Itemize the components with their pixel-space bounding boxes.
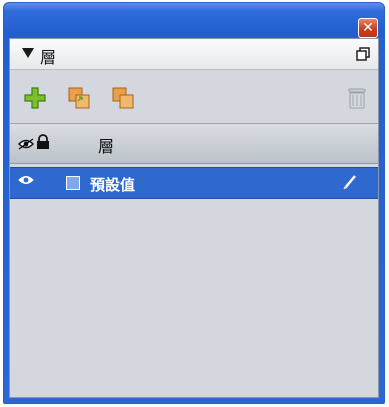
trash-icon[interactable] xyxy=(344,85,370,111)
layers-panel: 層 層 預設值 xyxy=(9,38,379,398)
plus-icon[interactable] xyxy=(22,85,48,111)
layers-window: ✕ 層 層 預設值 xyxy=(3,2,385,404)
merge-layers-icon[interactable] xyxy=(66,85,92,111)
panel-header[interactable]: 層 xyxy=(10,39,378,70)
title-bar[interactable]: ✕ xyxy=(4,3,384,38)
collapse-triangle-icon[interactable] xyxy=(22,48,34,58)
eye-icon[interactable] xyxy=(18,174,34,186)
pencil-icon[interactable] xyxy=(342,174,358,190)
layer-color-swatch[interactable] xyxy=(66,176,80,190)
panel-title: 層 xyxy=(40,48,57,67)
lock-icon xyxy=(37,134,49,149)
restore-icon[interactable] xyxy=(356,47,370,61)
duplicate-layer-icon[interactable] xyxy=(110,85,136,111)
layer-row[interactable]: 預設值 xyxy=(10,167,378,199)
layer-name: 預設值 xyxy=(90,176,136,194)
close-button[interactable]: ✕ xyxy=(358,18,378,38)
layers-column-header: 層 xyxy=(10,123,378,164)
layer-toolbar xyxy=(10,70,378,120)
layers-column-label: 層 xyxy=(98,137,115,156)
eye-icon xyxy=(18,138,34,150)
